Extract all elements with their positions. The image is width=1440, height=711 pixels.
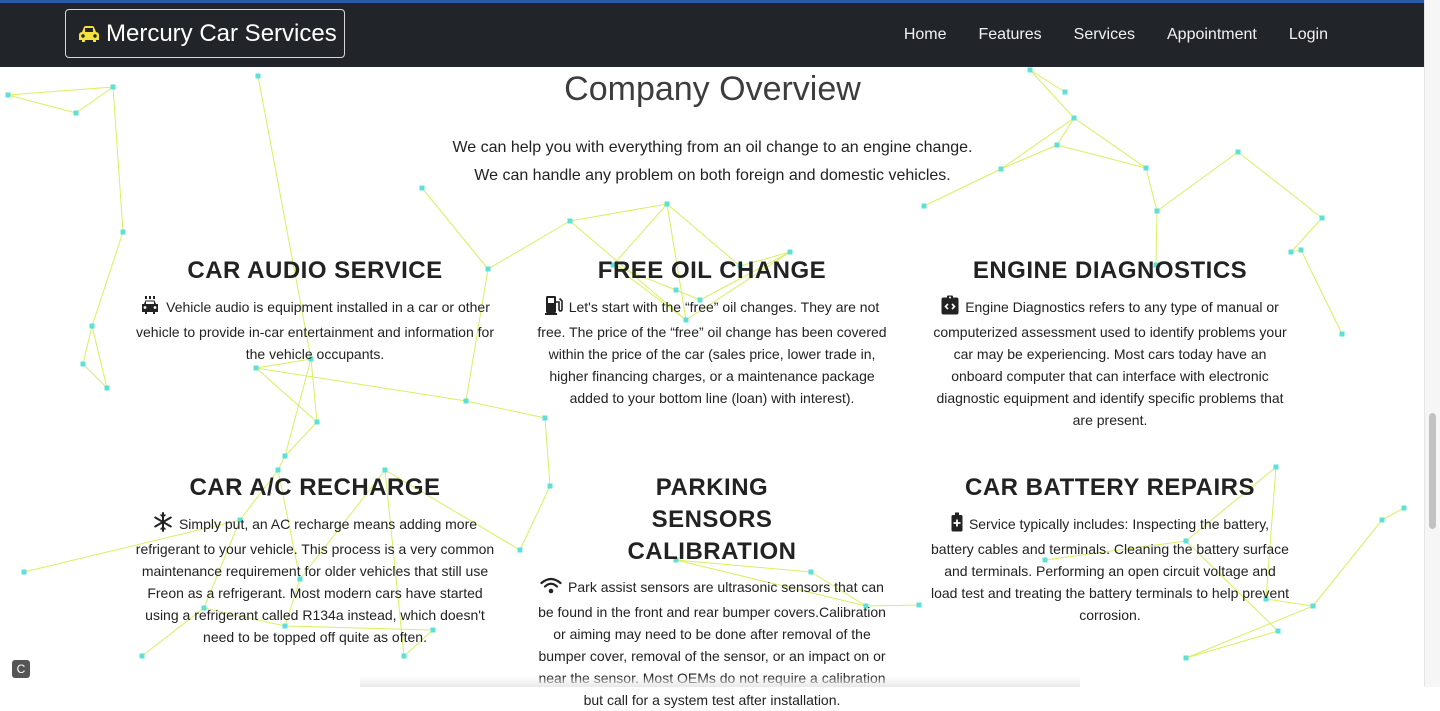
- service-card-free-oil-change: FREE OIL CHANGE Let's start with the “fr…: [532, 255, 892, 409]
- service-card-engine-diagnostics: ENGINE DIAGNOSTICS Engine Diagnostics re…: [930, 255, 1290, 431]
- navbar: Mercury Car Services Home Features Servi…: [0, 3, 1425, 67]
- service-title: CAR A/C RECHARGE: [189, 474, 441, 501]
- scrollbar-thumb[interactable]: [1429, 413, 1436, 529]
- service-description: Service typically includes: Inspecting t…: [930, 512, 1290, 626]
- service-description: Simply put, an AC recharge means adding …: [135, 512, 495, 648]
- service-card-car-audio: CAR AUDIO SERVICE Vehicle audio is equip…: [135, 255, 495, 365]
- service-description: Engine Diagnostics refers to any type of…: [930, 295, 1290, 431]
- overview-section: Company Overview We can help you with ev…: [0, 0, 1425, 708]
- nav-login[interactable]: Login: [1289, 26, 1328, 44]
- service-title: PARKING SENSORS CALIBRATION: [627, 474, 797, 565]
- bottom-shadow: [360, 676, 1080, 687]
- vertical-scrollbar[interactable]: [1424, 0, 1440, 687]
- car-icon: [79, 25, 99, 42]
- wifi-icon: [540, 577, 562, 601]
- nav-services[interactable]: Services: [1074, 26, 1135, 44]
- code-clipboard-icon: [941, 295, 959, 321]
- intro-line-2: We can handle any problem on both foreig…: [474, 167, 951, 184]
- snowflake-icon: [153, 512, 173, 538]
- intro-line-1: We can help you with everything from an …: [452, 139, 973, 156]
- nav-home[interactable]: Home: [904, 26, 947, 44]
- corner-badge-icon[interactable]: C: [12, 660, 30, 678]
- brand-button[interactable]: Mercury Car Services: [65, 9, 345, 58]
- service-description: Vehicle audio is equipment installed in …: [135, 295, 495, 365]
- service-card-ac-recharge: CAR A/C RECHARGE Simply put, an AC recha…: [135, 472, 495, 648]
- page-title: Company Overview: [564, 70, 861, 108]
- gas-pump-icon: [544, 295, 563, 321]
- nav-features[interactable]: Features: [979, 26, 1042, 44]
- nav-links: Home Features Services Appointment Login: [872, 3, 1328, 67]
- nav-appointment[interactable]: Appointment: [1167, 26, 1257, 44]
- service-title: CAR BATTERY REPAIRS: [965, 474, 1255, 501]
- brand-name: Mercury Car Services: [106, 19, 337, 47]
- service-title: CAR AUDIO SERVICE: [187, 257, 443, 284]
- service-title: FREE OIL CHANGE: [597, 257, 827, 284]
- battery-icon: [951, 512, 963, 538]
- service-title: ENGINE DIAGNOSTICS: [972, 257, 1248, 284]
- service-description: Park assist sensors are ultrasonic senso…: [538, 577, 886, 708]
- service-card-battery-repairs: CAR BATTERY REPAIRS Service typically in…: [930, 472, 1290, 626]
- top-accent-line: [0, 0, 1425, 3]
- service-description: Let's start with the “free” oil changes.…: [532, 295, 892, 409]
- car-audio-icon: [140, 295, 160, 321]
